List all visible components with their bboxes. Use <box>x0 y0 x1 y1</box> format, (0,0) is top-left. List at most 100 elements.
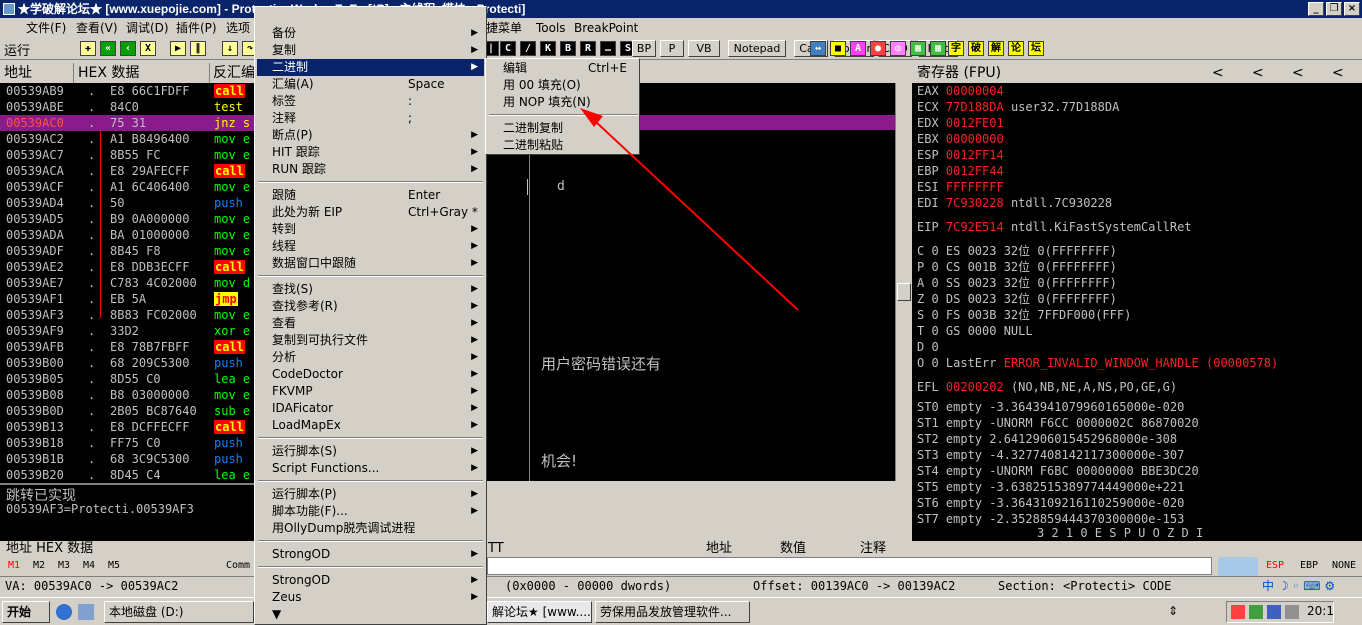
ie-icon[interactable] <box>56 604 72 620</box>
tray-icon-2[interactable] <box>1249 605 1263 619</box>
register-ebx[interactable]: EBX 00000000 <box>917 131 1004 147</box>
plugin-icon-5[interactable]: ▦ <box>910 41 926 56</box>
close-button[interactable]: × <box>1344 2 1360 16</box>
flag-line[interactable]: P 0 CS 001B 32位 0(FFFFFFFF) <box>917 259 1117 275</box>
context-menu-item[interactable]: 运行脚本(P) ▶ <box>257 486 484 503</box>
fpu-register[interactable]: ST0 empty -3.3643941079960165000e-020 <box>917 399 1184 415</box>
toolbar-char-icon[interactable]: 论 <box>1008 41 1024 56</box>
register-edx[interactable]: EDX 0012FE01 <box>917 115 1004 131</box>
menu-item[interactable]: BreakPoint <box>568 18 644 38</box>
nav-arrow-1[interactable]: < <box>1212 63 1224 83</box>
context-menu-item[interactable]: 数据窗口中跟随 ▶ <box>257 255 484 272</box>
context-menu-item[interactable]: 此处为新 EIP Ctrl+Gray * <box>257 204 484 221</box>
context-menu-item[interactable]: 汇编(A) Space <box>257 76 484 93</box>
plugin-icon-3[interactable]: ● <box>870 41 886 56</box>
play-icon[interactable]: ▶ <box>170 41 186 56</box>
plugin-icon-1[interactable]: ↔ <box>810 41 826 56</box>
context-menu-item[interactable]: 运行脚本(S) ▶ <box>257 443 484 460</box>
context-menu-item[interactable]: 复制到可执行文件 ▶ <box>257 332 484 349</box>
flag-line[interactable]: C 0 ES 0023 32位 0(FFFFFFFF) <box>917 243 1117 259</box>
menu-item[interactable]: 调试(D) <box>120 18 175 38</box>
nav-arrow-3[interactable]: < <box>1292 63 1304 83</box>
context-menu-item[interactable]: 跟随 Enter <box>257 187 484 204</box>
context-menu-item[interactable]: FKVMP ▶ <box>257 383 484 400</box>
context-menu-item[interactable]: LoadMapEx ▶ <box>257 417 484 434</box>
context-menu-item[interactable]: Script Functions... ▶ <box>257 460 484 477</box>
task-xuepojie[interactable]: 解论坛★ [www.... <box>487 601 592 623</box>
panel-r-icon[interactable]: R <box>580 41 596 56</box>
menu-item[interactable]: 查看(V) <box>70 18 124 38</box>
stop-icon[interactable]: X <box>140 41 156 56</box>
register-edi[interactable]: EDI 7C930228 ntdll.7C930228 <box>917 195 1112 211</box>
context-menu-item[interactable]: RUN 跟踪 ▶ <box>257 161 484 178</box>
context-menu-item[interactable]: 复制 ▶ <box>257 42 484 59</box>
flag-line[interactable]: Z 0 DS 0023 32位 0(FFFFFFFF) <box>917 291 1117 307</box>
register-ebp[interactable]: EBP 0012FF44 <box>917 163 1004 179</box>
context-menu-item[interactable]: 脚本功能(F)... ▶ <box>257 503 484 520</box>
nav-arrow-4[interactable]: < <box>1332 63 1344 83</box>
task-local-disk[interactable]: 本地磁盘 (D:) <box>104 601 254 623</box>
restore-button[interactable]: ❐ <box>1326 2 1342 16</box>
plugin-icon-zi[interactable]: 字 <box>948 41 964 56</box>
register-esi[interactable]: ESI FFFFFFFF <box>917 179 1004 195</box>
context-menu-item[interactable]: 备份 ▶ <box>257 25 484 42</box>
toolbar-button-notepad[interactable]: Notepad <box>728 40 786 57</box>
flag-line[interactable]: S 0 FS 003B 32位 7FFDF000(FFF) <box>917 307 1131 323</box>
command-input[interactable] <box>487 557 1212 575</box>
toolbar-char-icon[interactable]: 解 <box>988 41 1004 56</box>
context-menu-item[interactable]: 标签: <box>257 93 484 110</box>
plugin-icon-2[interactable]: ■ <box>830 41 846 56</box>
context-menu-item[interactable]: Zeus ▶ <box>257 589 484 606</box>
minimize-button[interactable]: _ <box>1308 2 1324 16</box>
rewind-icon[interactable]: « <box>100 41 116 56</box>
fpu-register[interactable]: ST6 empty -3.3643109216110259000e-020 <box>917 495 1184 511</box>
context-menu-item[interactable]: StrongOD ▶ <box>257 546 484 563</box>
context-menu-item[interactable]: IDAFicator ▶ <box>257 400 484 417</box>
memory-tab-m2[interactable]: M2 <box>33 560 45 571</box>
plugin-icon-4[interactable]: ◎ <box>890 41 906 56</box>
panel-c-icon[interactable]: C <box>500 41 516 56</box>
flag-line[interactable]: T 0 GS 0000 NULL <box>917 323 1033 339</box>
context-menu-item[interactable]: 分析 ▶ <box>257 349 484 366</box>
context-menu-item[interactable]: 查找参考(R) ▶ <box>257 298 484 315</box>
tray-icon-4[interactable] <box>1285 605 1299 619</box>
stack-tab-none[interactable]: NONE <box>1332 560 1356 571</box>
register-esp[interactable]: ESP 0012FF14 <box>917 147 1004 163</box>
ime-toolbar-icon[interactable]: 中 ☽ ◦ ⌨ ⚙ <box>1262 577 1335 595</box>
quicklaunch-icon[interactable] <box>78 604 94 620</box>
context-menu-item[interactable]: 线程 ▶ <box>257 238 484 255</box>
context-menu-item[interactable]: 转到 ▶ <box>257 221 484 238</box>
context-menu-item[interactable]: 二进制 ▶ <box>257 59 484 76</box>
plugin-icon-a[interactable]: A <box>850 41 866 56</box>
fpu-register[interactable]: ST2 empty 2.6412906015452968000e-308 <box>917 431 1177 447</box>
efl-line[interactable]: EFL 00200202 (NO,NB,NE,A,NS,PO,GE,G) <box>917 379 1177 395</box>
register-eip[interactable]: EIP 7C92E514 ntdll.KiFastSystemCallRet <box>917 219 1192 235</box>
context-menu-item[interactable]: 查找(S) ▶ <box>257 281 484 298</box>
tray-arrow-icon[interactable]: ⇕ <box>1168 604 1178 618</box>
context-menu-item[interactable]: HIT 跟踪 ▶ <box>257 144 484 161</box>
col-address[interactable]: 地址 <box>0 63 74 83</box>
submenu-item[interactable]: 用 NOP 填充(N) <box>488 94 637 111</box>
panel-slash-icon[interactable]: / <box>520 41 536 56</box>
register-eax[interactable]: EAX 00000004 <box>917 83 1004 99</box>
submenu-item[interactable]: 二进制粘贴 <box>488 137 637 154</box>
plugin-icon-6[interactable]: ▦ <box>930 41 946 56</box>
toolbar-button-vb[interactable]: VB <box>688 40 720 57</box>
start-button[interactable]: 开始 <box>2 601 50 623</box>
menu-item[interactable]: 插件(P) <box>170 18 223 38</box>
col-hex[interactable]: HEX 数据 <box>74 63 210 83</box>
fpu-register[interactable]: ST4 empty -UNORM F6BC 00000000 BBE3DC20 <box>917 463 1199 479</box>
toolbar-char-icon[interactable]: 坛 <box>1028 41 1044 56</box>
fpu-register[interactable]: ST1 empty -UNORM F6CC 0000002C 86870020 <box>917 415 1199 431</box>
toolbar-button-bp[interactable]: BP <box>632 40 656 57</box>
panel-b-icon[interactable]: B <box>560 41 576 56</box>
stack-tab-esp[interactable]: ESP <box>1266 560 1284 571</box>
toolbar-char-icon[interactable]: 破 <box>968 41 984 56</box>
context-menu-item[interactable]: 用OllyDump脱壳调试进程 <box>257 520 484 537</box>
menu-item[interactable]: Tools <box>530 18 572 38</box>
memory-tab-m5[interactable]: M5 <box>108 560 120 571</box>
context-menu-item[interactable]: 断点(P) ▶ <box>257 127 484 144</box>
tray-icon-3[interactable] <box>1267 605 1281 619</box>
panel-k-icon[interactable]: K <box>540 41 556 56</box>
memory-tab-m3[interactable]: M3 <box>58 560 70 571</box>
